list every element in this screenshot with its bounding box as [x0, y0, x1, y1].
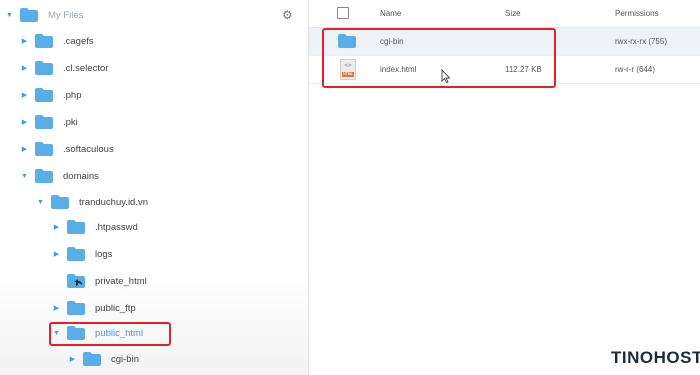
select-all-checkbox[interactable]	[337, 7, 349, 19]
folder-open-icon	[35, 169, 53, 183]
tree-item-softaculous[interactable]: ▶ .softaculous	[20, 139, 114, 159]
chevron-right-icon[interactable]: ▶	[68, 355, 77, 363]
chevron-right-icon[interactable]: ▶	[20, 145, 29, 153]
tree-item-htpasswd[interactable]: ▶ .htpasswd	[52, 217, 138, 237]
tree-item-label: logs	[95, 248, 113, 260]
folder-shortcut-icon	[67, 274, 85, 288]
folder-icon	[67, 220, 85, 234]
tree-item-label: .php	[63, 89, 82, 101]
file-list-header: Name Size Permissions	[309, 0, 700, 28]
file-tree-sidebar: ▼ My Files ⚙ ▶ .cagefs ▶ .cl.selector ▶ …	[0, 0, 309, 375]
tree-item-public-ftp[interactable]: ▶ public_ftp	[52, 298, 136, 318]
column-header-permissions[interactable]: Permissions	[615, 9, 659, 18]
chevron-right-icon[interactable]: ▶	[20, 91, 29, 99]
tree-item-label: .cl.selector	[63, 62, 109, 74]
tree-root-label: My Files	[48, 9, 84, 21]
tree-item-label: .softaculous	[63, 143, 114, 155]
chevron-right-icon[interactable]: ▶	[52, 250, 61, 258]
tree-item-label: cgi-bin	[111, 353, 139, 365]
chevron-right-icon[interactable]: ▶	[20, 64, 29, 72]
tree-item-private-html[interactable]: private_html	[52, 271, 147, 291]
chevron-right-icon[interactable]: ▶	[52, 223, 61, 231]
tree-item-label: .cagefs	[63, 35, 94, 47]
tree-item-label: domains	[63, 170, 99, 182]
folder-icon	[67, 247, 85, 261]
brand-watermark: TINOHOST	[611, 348, 700, 367]
chevron-right-icon[interactable]: ▶	[20, 37, 29, 45]
tree-item-label: public_ftp	[95, 302, 136, 314]
tree-item-logs[interactable]: ▶ logs	[52, 244, 112, 264]
tree-item-label: private_html	[95, 275, 147, 287]
chevron-down-icon[interactable]: ▼	[36, 199, 45, 206]
file-permissions: rw-r-r (644)	[615, 65, 655, 74]
tree-root-my-files[interactable]: ▼ My Files	[5, 5, 83, 25]
mouse-cursor-icon	[441, 69, 451, 83]
tree-item-pki[interactable]: ▶ .pki	[20, 112, 78, 132]
chevron-down-icon[interactable]: ▼	[20, 173, 29, 180]
folder-open-icon	[51, 195, 69, 209]
tree-item-domains[interactable]: ▼ domains	[20, 166, 99, 186]
column-header-size[interactable]: Size	[505, 9, 521, 18]
folder-icon	[67, 301, 85, 315]
gear-icon[interactable]: ⚙	[282, 9, 294, 21]
tree-item-cl-selector[interactable]: ▶ .cl.selector	[20, 58, 108, 78]
chevron-right-icon[interactable]: ▶	[52, 304, 61, 312]
folder-icon	[20, 8, 38, 22]
folder-icon	[35, 88, 53, 102]
folder-icon	[35, 142, 53, 156]
folder-icon	[83, 352, 101, 366]
chevron-down-icon[interactable]: ▼	[5, 12, 14, 19]
highlight-box-files	[322, 28, 556, 88]
tree-item-label: tranduchuy.id.vn	[79, 196, 149, 208]
tree-item-label: .pki	[63, 116, 78, 128]
folder-icon	[35, 61, 53, 75]
tree-item-cagefs[interactable]: ▶ .cagefs	[20, 31, 94, 51]
tree-item-cgi-bin[interactable]: ▶ cgi-bin	[68, 349, 139, 369]
highlight-box-public-html	[49, 322, 171, 346]
folder-icon	[35, 115, 53, 129]
chevron-right-icon[interactable]: ▶	[20, 118, 29, 126]
tree-item-label: .htpasswd	[95, 221, 138, 233]
tree-item-domain[interactable]: ▼ tranduchuy.id.vn	[36, 192, 148, 212]
column-header-name[interactable]: Name	[380, 9, 401, 18]
tree-item-php[interactable]: ▶ .php	[20, 85, 82, 105]
file-permissions: rwx-rx-rx (755)	[615, 37, 667, 46]
folder-icon	[35, 34, 53, 48]
